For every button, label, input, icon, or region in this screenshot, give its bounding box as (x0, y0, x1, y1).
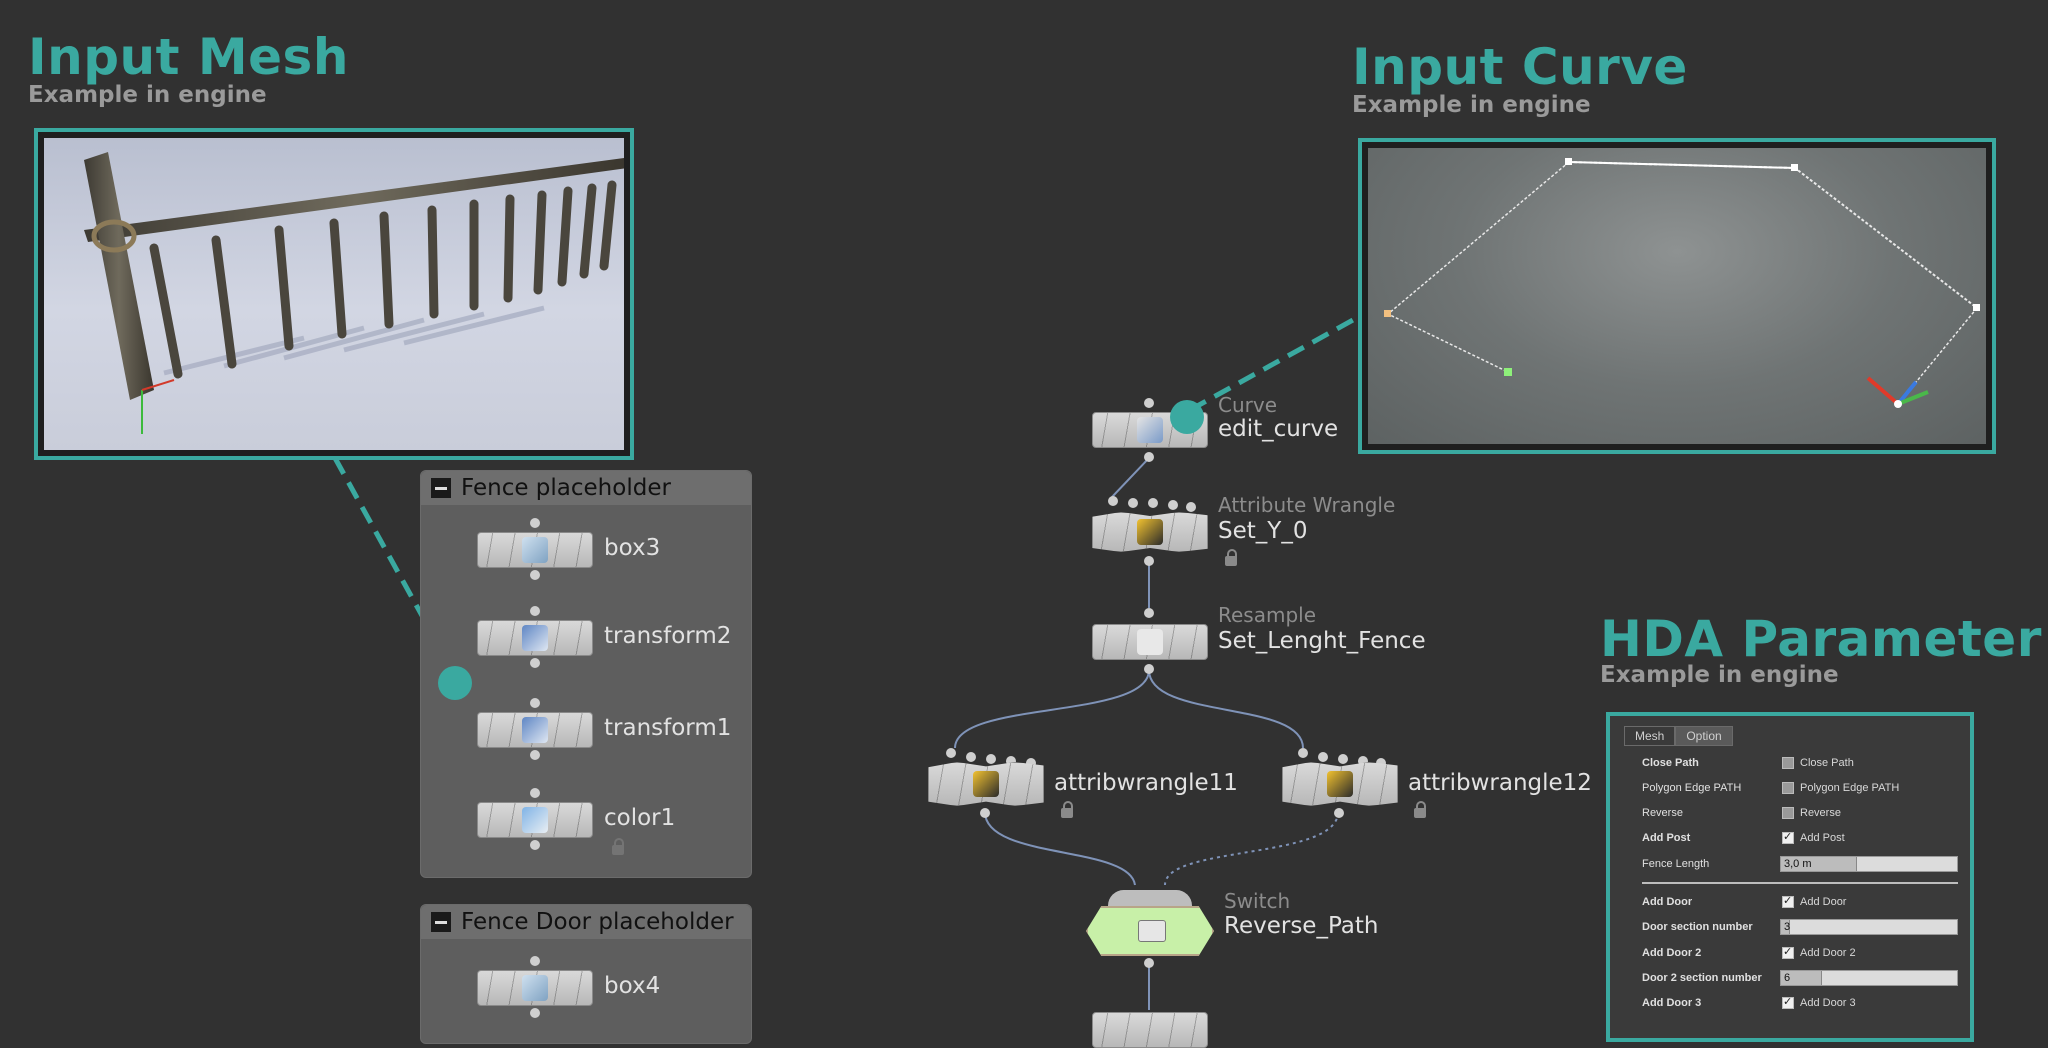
tab-mesh[interactable]: Mesh (1624, 726, 1676, 746)
resample-wave-icon (1137, 629, 1163, 655)
hda-parameter-panel: Mesh Option Close Path Close Path Polygo… (1606, 712, 1974, 1042)
node-label-attribwrangle12: attribwrangle12 (1408, 770, 1592, 796)
slider-value: 6 (1784, 972, 1791, 984)
node-label-attribwrangle11: attribwrangle11 (1054, 770, 1238, 796)
node-color1[interactable] (477, 802, 593, 838)
node-label-transform2: transform2 (604, 623, 732, 649)
node-label-reverse-path: Reverse_Path (1224, 913, 1379, 939)
add-door-3-checkbox[interactable] (1782, 995, 1794, 1009)
switch-input-bar[interactable] (1108, 890, 1192, 908)
add-door-checkbox[interactable] (1782, 894, 1794, 908)
lock-icon[interactable] (1414, 801, 1426, 818)
lock-icon[interactable] (612, 838, 624, 855)
node-type-wrangle: Attribute Wrangle (1218, 493, 1396, 517)
door-box-title: Fence Door placeholder (461, 909, 734, 935)
tab-option[interactable]: Option (1675, 726, 1733, 746)
node-label-box4: box4 (604, 973, 661, 999)
param-add-post: Add Post Add Post (1624, 829, 1964, 849)
lock-icon[interactable] (1061, 801, 1073, 818)
node-label-color1: color1 (604, 805, 676, 831)
transform-icon (522, 625, 548, 651)
slider-value: 3,0 m (1784, 858, 1812, 870)
param-add-door: Add Door Add Door (1624, 893, 1964, 913)
door-section-number-slider[interactable]: 3 (1780, 919, 1958, 935)
node-box4[interactable] (477, 970, 593, 1006)
node-transform1[interactable] (477, 712, 593, 748)
wrangle-icon (1137, 519, 1163, 545)
node-attribwrangle11[interactable] (928, 762, 1044, 806)
wrangle-icon (973, 771, 999, 797)
lock-icon[interactable] (1225, 549, 1237, 566)
curve-viewport-image (1384, 158, 1980, 408)
node-transform2[interactable] (477, 620, 593, 656)
add-post-checkbox[interactable] (1782, 830, 1794, 844)
add-door-2-checkbox[interactable] (1782, 945, 1794, 959)
fence-mesh-image (84, 152, 624, 434)
node-label-transform1: transform1 (604, 715, 732, 741)
close-path-checkbox[interactable] (1782, 757, 1794, 769)
checkbox-label: Reverse (1800, 807, 1841, 819)
param-polygon-edge-path: Polygon Edge PATH Polygon Edge PATH (1624, 779, 1964, 799)
curve-pen-icon (1137, 417, 1163, 443)
param-door-section-number: Door section number 3 (1624, 918, 1964, 938)
param-label: Reverse (1642, 807, 1683, 819)
node-type-curve: Curve (1218, 393, 1278, 417)
node-label-set-lenght-fence: Set_Lenght_Fence (1218, 628, 1426, 654)
checkbox-label: Add Door (1800, 896, 1847, 908)
param-label: Door 2 section number (1642, 972, 1762, 984)
cube-icon (522, 975, 548, 1001)
param-add-door-2: Add Door 2 Add Door 2 (1624, 944, 1964, 964)
switch-icon (1138, 920, 1166, 942)
param-reverse: Reverse Reverse (1624, 804, 1964, 824)
collapse-icon[interactable] (431, 478, 451, 498)
param-add-door-3: Add Door 3 Add Door 3 (1624, 994, 1964, 1014)
param-label: Add Door 3 (1642, 997, 1702, 1009)
node-reverse-path[interactable] (1086, 906, 1214, 956)
collapse-icon[interactable] (431, 912, 451, 932)
checkbox-label: Add Door 3 (1800, 997, 1856, 1009)
input-curve-preview (1358, 138, 1996, 454)
node-set-y-0[interactable] (1092, 512, 1208, 552)
fence-length-slider[interactable]: 3,0 m (1780, 856, 1958, 872)
polygon-edge-path-checkbox[interactable] (1782, 782, 1794, 794)
checkbox-label: Close Path (1800, 757, 1854, 769)
input-mesh-preview (34, 128, 634, 460)
param-label: Polygon Edge PATH (1642, 782, 1742, 794)
node-set-lenght-fence[interactable] (1092, 624, 1208, 660)
param-label: Fence Length (1642, 858, 1710, 870)
param-close-path: Close Path Close Path (1624, 754, 1964, 774)
curve-callout-dot (1170, 400, 1204, 434)
slider-value: 3 (1784, 921, 1791, 933)
param-door-2-section-number: Door 2 section number 6 (1624, 969, 1964, 989)
node-type-resample: Resample (1218, 603, 1317, 627)
transform-icon (522, 717, 548, 743)
param-label: Close Path (1642, 757, 1699, 769)
checkbox-label: Polygon Edge PATH (1800, 782, 1900, 794)
node-attribwrangle12[interactable] (1282, 762, 1398, 806)
fence-box-title: Fence placeholder (461, 475, 671, 501)
cube-icon (522, 537, 548, 563)
mesh-callout-dot (438, 666, 472, 700)
reverse-checkbox[interactable] (1782, 807, 1794, 819)
param-label: Add Door (1642, 896, 1693, 908)
checkbox-label: Add Post (1800, 832, 1845, 844)
wrangle-icon (1327, 771, 1353, 797)
color-brush-icon (522, 807, 548, 833)
param-label: Add Door 2 (1642, 947, 1702, 959)
node-label-box3: box3 (604, 535, 661, 561)
param-fence-length: Fence Length 3,0 m (1624, 855, 1964, 875)
checkbox-label: Add Door 2 (1800, 947, 1856, 959)
param-label: Add Post (1642, 832, 1691, 844)
node-output[interactable] (1092, 1012, 1208, 1048)
node-label-edit-curve: edit_curve (1218, 416, 1339, 442)
node-label-set-y-0: Set_Y_0 (1218, 518, 1308, 544)
node-type-switch: Switch (1224, 889, 1291, 913)
param-label: Door section number (1642, 921, 1753, 933)
door-2-section-number-slider[interactable]: 6 (1780, 970, 1958, 986)
node-box3[interactable] (477, 532, 593, 568)
